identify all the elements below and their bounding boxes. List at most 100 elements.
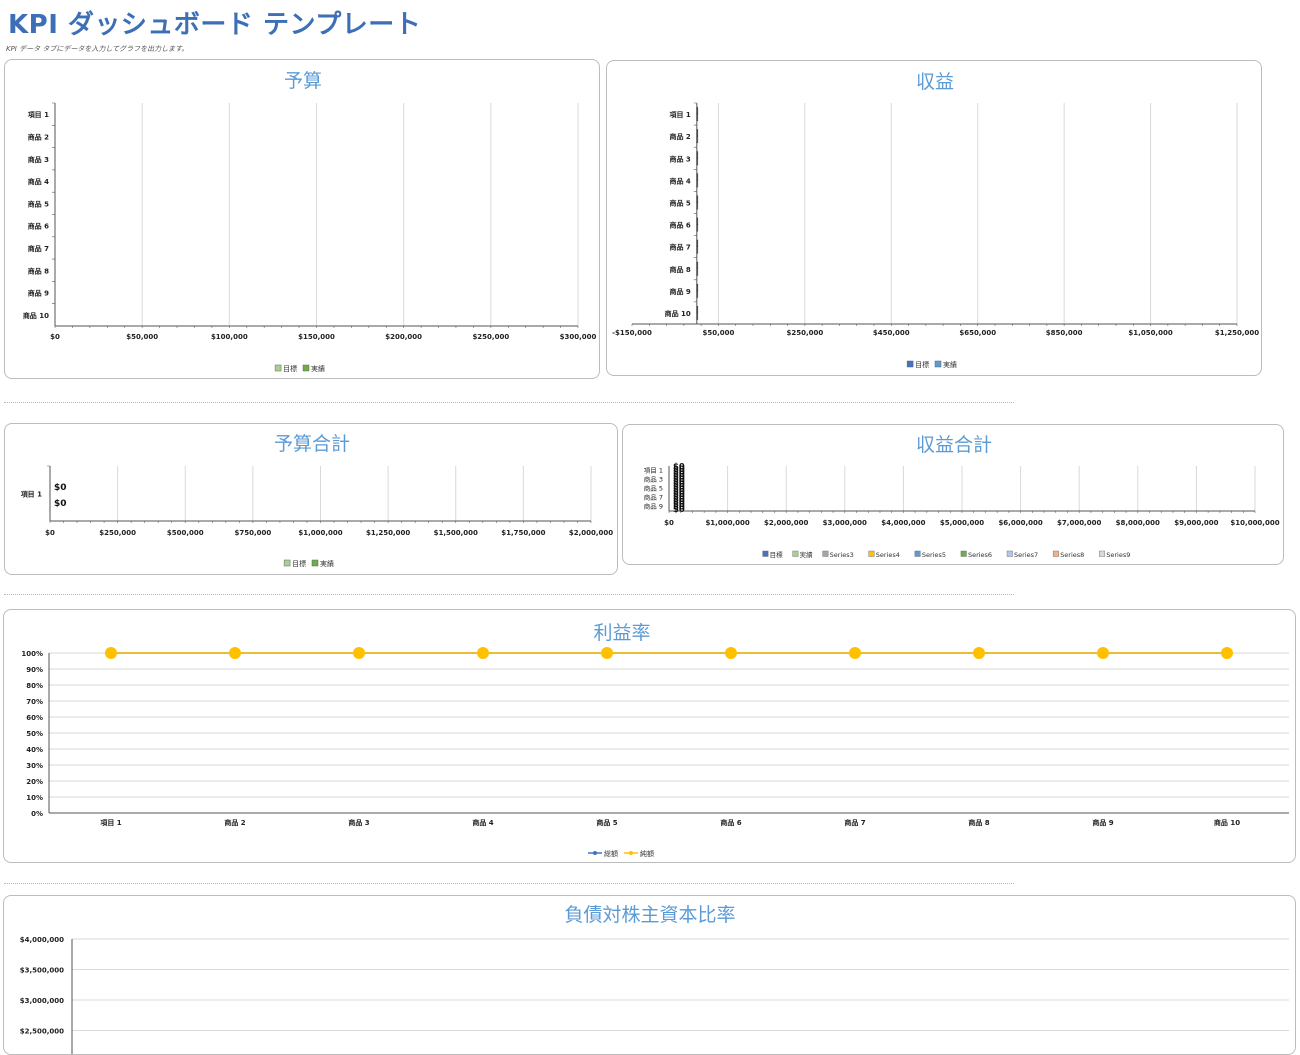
legend-label: 純額 [640,849,654,858]
x-tick-label: $2,000,000 [764,519,808,527]
category-label: 商品 6 [720,818,741,827]
legend-label: 実績 [320,559,334,568]
bar [696,239,699,247]
chart-title: 収益 [916,71,954,93]
bar [696,158,699,166]
bar [696,129,699,137]
legend-swatch [934,360,942,368]
category-label: 商品 7 [28,244,49,253]
x-tick-label: $650,000 [959,329,996,337]
legend-label: Series9 [1106,551,1130,559]
data-point [601,647,613,659]
x-tick-label: $850,000 [1046,329,1083,337]
legend-marker [593,851,597,855]
bar [696,268,699,276]
data-point [725,647,737,659]
category-label: 商品 9 [644,502,663,511]
page-title: KPI ダッシュボード テンプレート [8,10,422,40]
category-label: 商品 6 [28,222,49,231]
category-label: 商品 8 [670,265,691,274]
y-tick-label: 20% [26,778,43,786]
category-label: 商品 9 [670,287,691,296]
x-tick-label: $9,000,000 [1174,519,1218,527]
bar [696,261,699,269]
x-tick-label: $0 [50,333,60,341]
bar [696,173,699,181]
x-tick-label: $50,000 [126,333,158,341]
legend-label: Series4 [876,551,900,559]
category-label: 商品 4 [28,177,49,186]
legend-label: Series6 [968,551,992,559]
category-label: 商品 3 [670,154,691,163]
legend-swatch [311,559,319,567]
data-point [849,647,861,659]
x-tick-label: $500,000 [167,529,204,537]
section-divider-2 [4,594,1014,595]
section-divider-3 [4,883,1014,884]
category-label: 商品 9 [28,289,49,298]
category-label: 商品 6 [670,221,691,230]
budget-total-chart[interactable]: 予算合計 $0 $250,000 $500,000 $750,000 $1,000,000… [4,423,618,575]
revenue-chart[interactable]: 収益 -$150,000 $50,000 $250,000 $450,000 $650,0… [606,60,1262,376]
data-point [105,647,117,659]
y-tick-label: 50% [26,730,43,738]
x-tick-label: $50,000 [702,329,734,337]
legend-swatch [1006,550,1013,557]
y-tick-label: 100% [21,650,43,658]
revenue-total-chart[interactable]: 収益合計 $0 $1,000,000 $2,000,000 $3,000,000 $4,0… [622,424,1284,565]
legend-swatch [302,364,310,372]
bar [696,113,699,121]
legend-swatch [906,360,914,368]
legend-swatch [822,550,829,557]
bar [696,290,699,298]
legend-label: 総額 [604,849,618,858]
x-tick-label: $300,000 [560,333,597,341]
legend-swatch [1052,550,1059,557]
legend-label: 目標 [292,559,306,568]
y-tick-label: $3,500,000 [20,967,64,975]
x-tick-label: $1,000,000 [298,529,342,537]
budget-chart[interactable]: 予算 $0 $50,000 $100,000 $150,000 $200,000 $250,… [4,59,600,379]
x-tick-label: $0 [664,519,674,527]
category-label: 商品 8 [28,266,49,275]
legend-swatch [762,550,769,557]
bar [696,180,699,188]
data-label: $0 [54,483,67,493]
x-tick-label: $1,250,000 [366,529,410,537]
legend-label: 実績 [311,364,325,373]
profit-rate-chart[interactable]: 利益率 0% 10% 20% 30% 40% 50% 60% 70% 80% 90% 100% 項目 1… [3,609,1296,863]
legend-label: 目標 [915,360,929,369]
chart-title: 利益率 [593,622,650,644]
debt-equity-chart[interactable]: 負債対株主資本比率 $2,500,000 $3,000,000 $3,500,000 $… [3,895,1296,1055]
x-tick-label: $0 [45,529,55,537]
category-label: 商品 10 [665,309,691,318]
legend-label: 目標 [770,550,784,559]
legend-swatch [274,364,282,372]
x-tick-label: $1,500,000 [434,529,478,537]
bar [696,202,699,210]
category-label: 商品 4 [670,176,691,185]
category-label: 商品 7 [670,243,691,252]
legend-swatch [914,550,921,557]
category-label: 商品 5 [596,818,617,827]
data-point [229,647,241,659]
bar [696,224,699,232]
legend-label: 目標 [283,364,297,373]
x-tick-label: $150,000 [298,333,335,341]
category-label: 商品 2 [670,132,691,141]
data-point [1221,647,1233,659]
x-tick-label: $250,000 [99,529,136,537]
legend-label: 実績 [943,360,957,369]
y-tick-label: 70% [26,698,43,706]
x-tick-label: $8,000,000 [1116,519,1160,527]
x-tick-label: $450,000 [873,329,910,337]
legend-swatch [792,550,799,557]
y-tick-label: 10% [26,794,43,802]
category-label: 商品 3 [348,818,369,827]
chart-title: 予算 [284,70,322,92]
legend-label: Series5 [922,551,946,559]
x-tick-label: $6,000,000 [998,519,1042,527]
x-tick-label: $1,250,000 [1215,329,1259,337]
x-tick-label: $250,000 [472,333,509,341]
category-label: 商品 7 [844,818,865,827]
